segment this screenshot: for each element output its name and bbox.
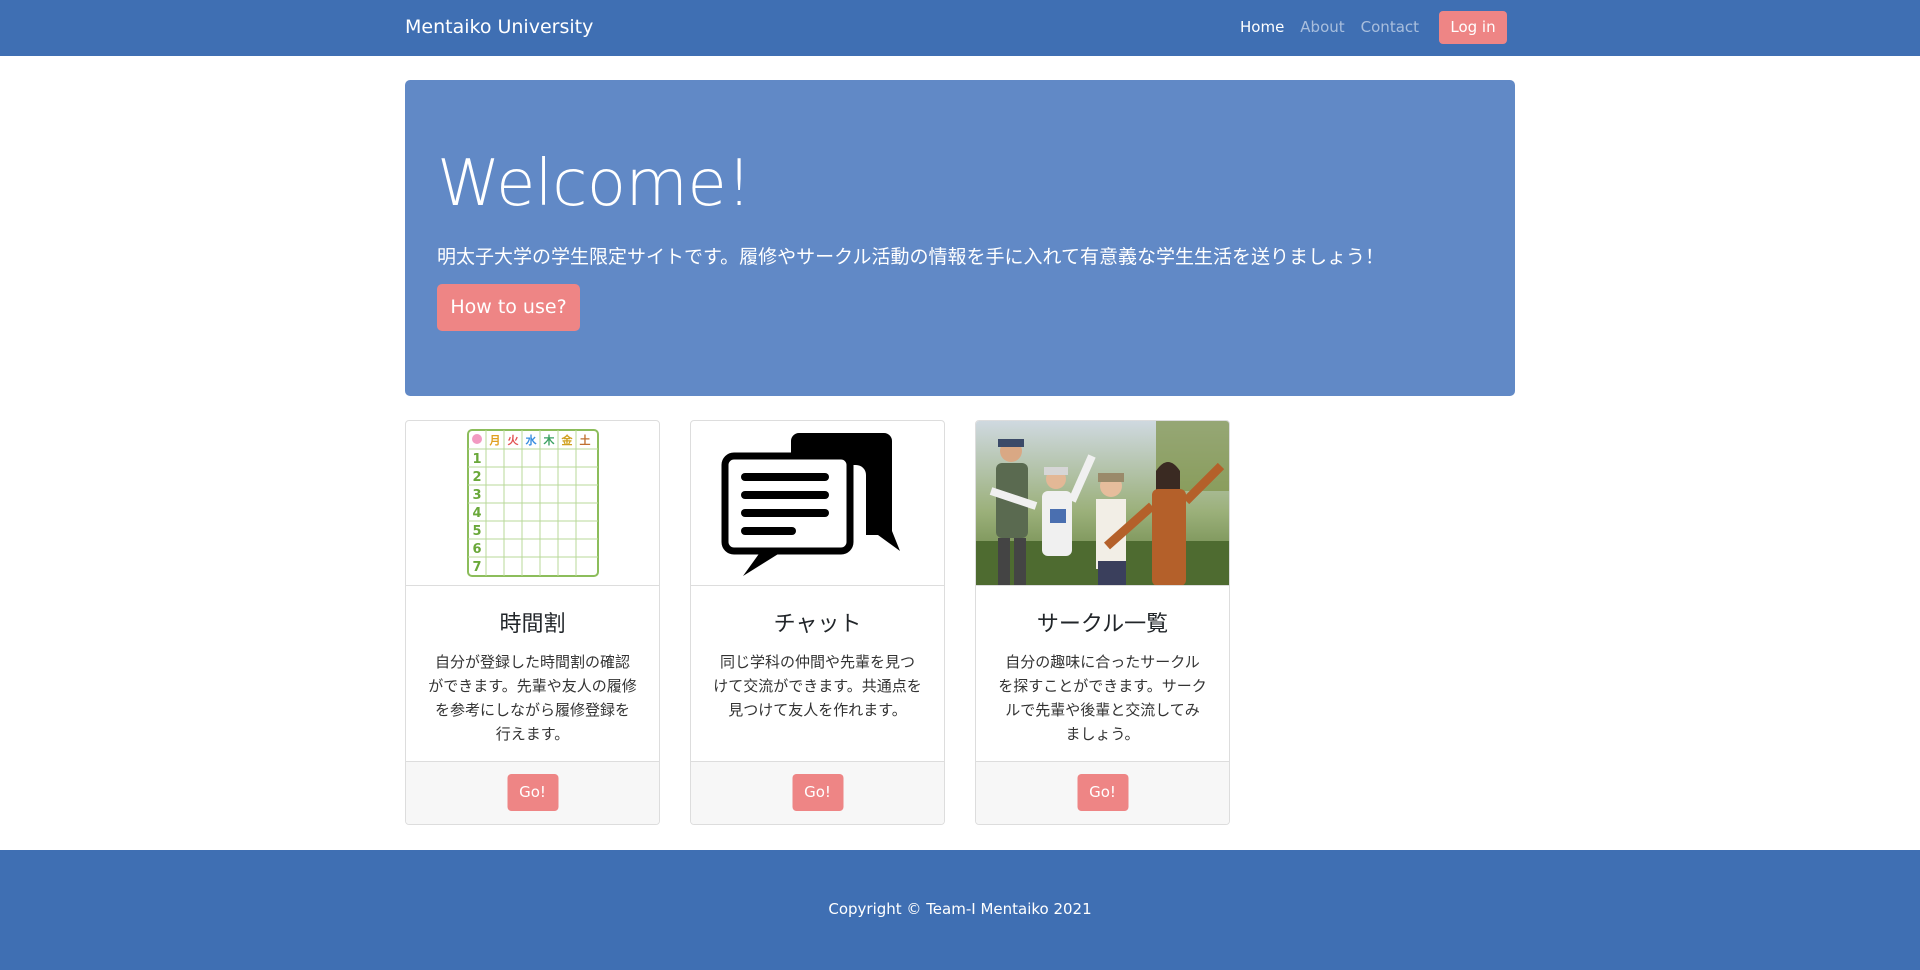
svg-text:土: 土 xyxy=(580,433,591,447)
how-to-use-button[interactable]: How to use? xyxy=(437,284,580,331)
svg-text:6: 6 xyxy=(472,542,481,557)
timetable-go-button[interactable]: Go! xyxy=(507,774,558,811)
chat-card: チャット 同じ学科の仲間や先輩を見つけて交流ができます。共通点を見つけて友人を作… xyxy=(690,420,945,825)
svg-text:水: 水 xyxy=(526,433,538,447)
svg-text:4: 4 xyxy=(472,506,481,521)
svg-text:3: 3 xyxy=(472,488,481,503)
card-title: サークル一覧 xyxy=(1036,612,1169,637)
nav-links: Home About Contact xyxy=(1240,18,1419,36)
timetable-card: 月 火 水 木 金 土 1 2 3 4 5 6 7 時間割 自分が登録した時間割… xyxy=(405,420,660,825)
svg-text:金: 金 xyxy=(561,433,574,447)
brand-logo-text[interactable]: Mentaiko University xyxy=(405,16,593,38)
card-description: 自分の趣味に合ったサークルを探すことができます。サークルで先輩や後輩と交流してみ… xyxy=(998,653,1207,743)
circle-list-card: サークル一覧 自分の趣味に合ったサークルを探すことができます。サークルで先輩や後… xyxy=(975,420,1230,825)
card-footer: Go! xyxy=(976,761,1229,824)
card-footer: Go! xyxy=(691,761,944,824)
students-photo xyxy=(976,421,1229,586)
login-button[interactable]: Log in xyxy=(1439,11,1507,44)
navbar: Mentaiko University Home About Contact L… xyxy=(0,0,1920,56)
nav-home-link[interactable]: Home xyxy=(1240,18,1284,36)
svg-text:木: 木 xyxy=(543,433,556,447)
card-description: 自分が登録した時間割の確認ができます。先輩や友人の履修を参考にしながら履修登録を… xyxy=(428,653,637,743)
svg-text:5: 5 xyxy=(472,524,481,539)
chat-bubbles-icon xyxy=(691,421,944,586)
svg-text:7: 7 xyxy=(472,560,481,575)
svg-text:1: 1 xyxy=(472,452,481,467)
nav-about-link[interactable]: About xyxy=(1300,18,1344,36)
timetable-icon: 月 火 水 木 金 土 1 2 3 4 5 6 7 xyxy=(406,421,659,586)
copyright-text: Copyright © Team-I Mentaiko 2021 xyxy=(828,900,1092,918)
card-title: 時間割 xyxy=(499,612,566,637)
footer: Copyright © Team-I Mentaiko 2021 xyxy=(0,850,1920,970)
flower-icon xyxy=(472,434,482,444)
circle-list-go-button[interactable]: Go! xyxy=(1077,774,1128,811)
card-title: チャット xyxy=(773,612,862,637)
card-footer: Go! xyxy=(406,761,659,824)
card-description: 同じ学科の仲間や先輩を見つけて交流ができます。共通点を見つけて友人を作れます。 xyxy=(713,653,922,719)
svg-text:2: 2 xyxy=(472,470,481,485)
hero-jumbotron: Welcome! 明太子大学の学生限定サイトです。履修やサークル活動の情報を手に… xyxy=(405,80,1515,396)
nav-contact-link[interactable]: Contact xyxy=(1361,18,1419,36)
hero-title: Welcome! xyxy=(437,147,752,221)
svg-text:火: 火 xyxy=(508,434,520,447)
hero-lead-text: 明太子大学の学生限定サイトです。履修やサークル活動の情報を手に入れて有意義な学生… xyxy=(437,246,1384,268)
svg-text:月: 月 xyxy=(489,434,501,447)
chat-go-button[interactable]: Go! xyxy=(792,774,843,811)
